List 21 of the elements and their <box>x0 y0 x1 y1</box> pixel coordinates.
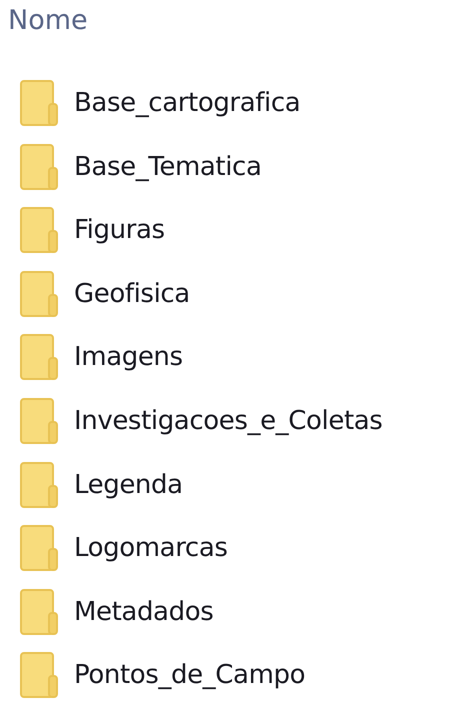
folder-name[interactable]: Base_cartografica <box>74 88 300 118</box>
folder-icon <box>20 80 58 126</box>
folder-name[interactable]: Investigacoes_e_Coletas <box>74 406 382 436</box>
folder-icon <box>20 462 58 508</box>
folder-name[interactable]: Metadados <box>74 596 214 627</box>
folder-name[interactable]: Pontos_de_Campo <box>74 660 306 690</box>
folder-name[interactable]: Legenda <box>74 470 183 500</box>
folder-name[interactable]: Imagens <box>74 342 183 372</box>
folder-icon <box>20 652 58 698</box>
folder-icon <box>20 144 58 190</box>
folder-icon <box>20 588 58 635</box>
folder-icon <box>20 270 58 317</box>
folder-name[interactable]: Base_Tematica <box>74 152 262 182</box>
folder-icon <box>20 207 58 254</box>
folder-icon <box>20 334 58 380</box>
folder-name[interactable]: Figuras <box>74 215 165 246</box>
folder-icon <box>20 398 58 444</box>
column-header[interactable]: Nome <box>8 5 88 36</box>
folder-icon <box>20 525 58 572</box>
folder-name[interactable]: Logomarcas <box>74 533 228 564</box>
folder-name[interactable]: Geofisica <box>74 278 190 309</box>
